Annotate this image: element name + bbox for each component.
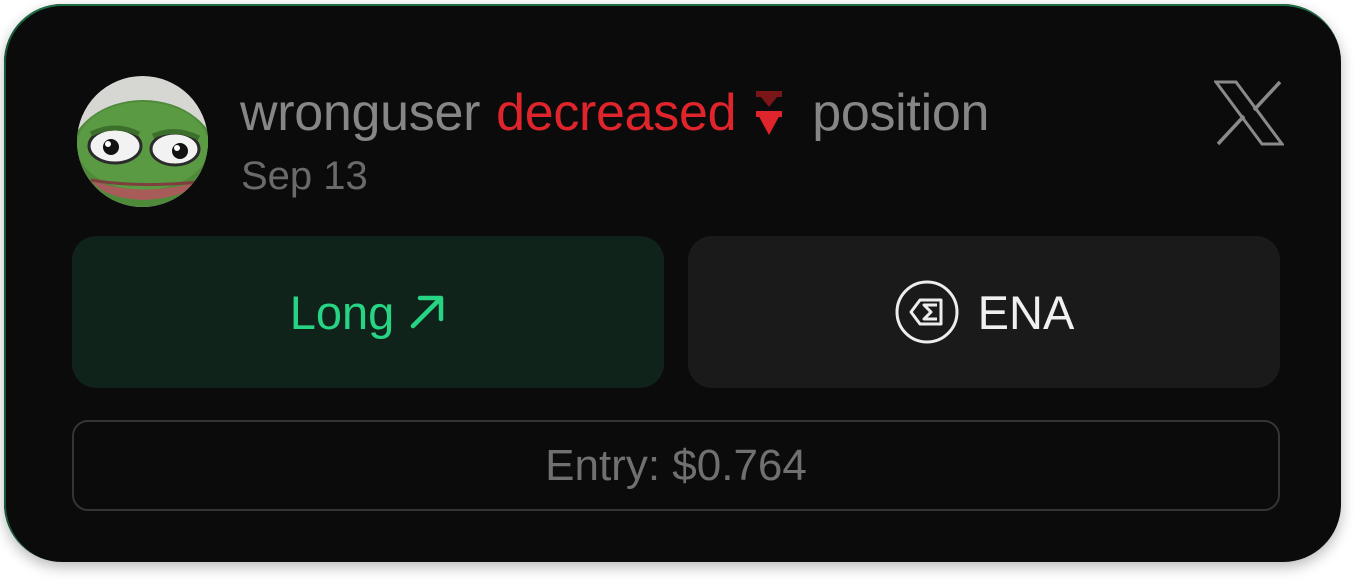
activity-headline: wronguser decreased position — [240, 80, 989, 146]
post-date: Sep 13 — [241, 154, 368, 198]
arrow-up-right-icon — [408, 293, 446, 331]
entry-price-box: Entry: $0.764 — [72, 420, 1280, 511]
user-avatar[interactable] — [77, 76, 208, 207]
username-link[interactable]: wronguser — [240, 83, 480, 143]
double-down-arrow-icon — [754, 89, 784, 137]
object-text: position — [812, 84, 990, 142]
action-text: decreased — [496, 84, 737, 142]
direction-label: Long — [289, 285, 395, 339]
token-button[interactable]: ENA — [688, 236, 1280, 388]
position-card: wronguser decreased position Sep 13 Long — [4, 4, 1341, 562]
token-symbol: ENA — [977, 285, 1075, 339]
x-logo-icon[interactable] — [1213, 80, 1285, 146]
ena-token-icon — [894, 279, 960, 345]
entry-value: $0.764 — [672, 440, 807, 490]
pepe-frog-avatar — [77, 76, 208, 207]
entry-label: Entry: — [545, 440, 661, 490]
long-direction-button[interactable]: Long — [72, 236, 664, 388]
